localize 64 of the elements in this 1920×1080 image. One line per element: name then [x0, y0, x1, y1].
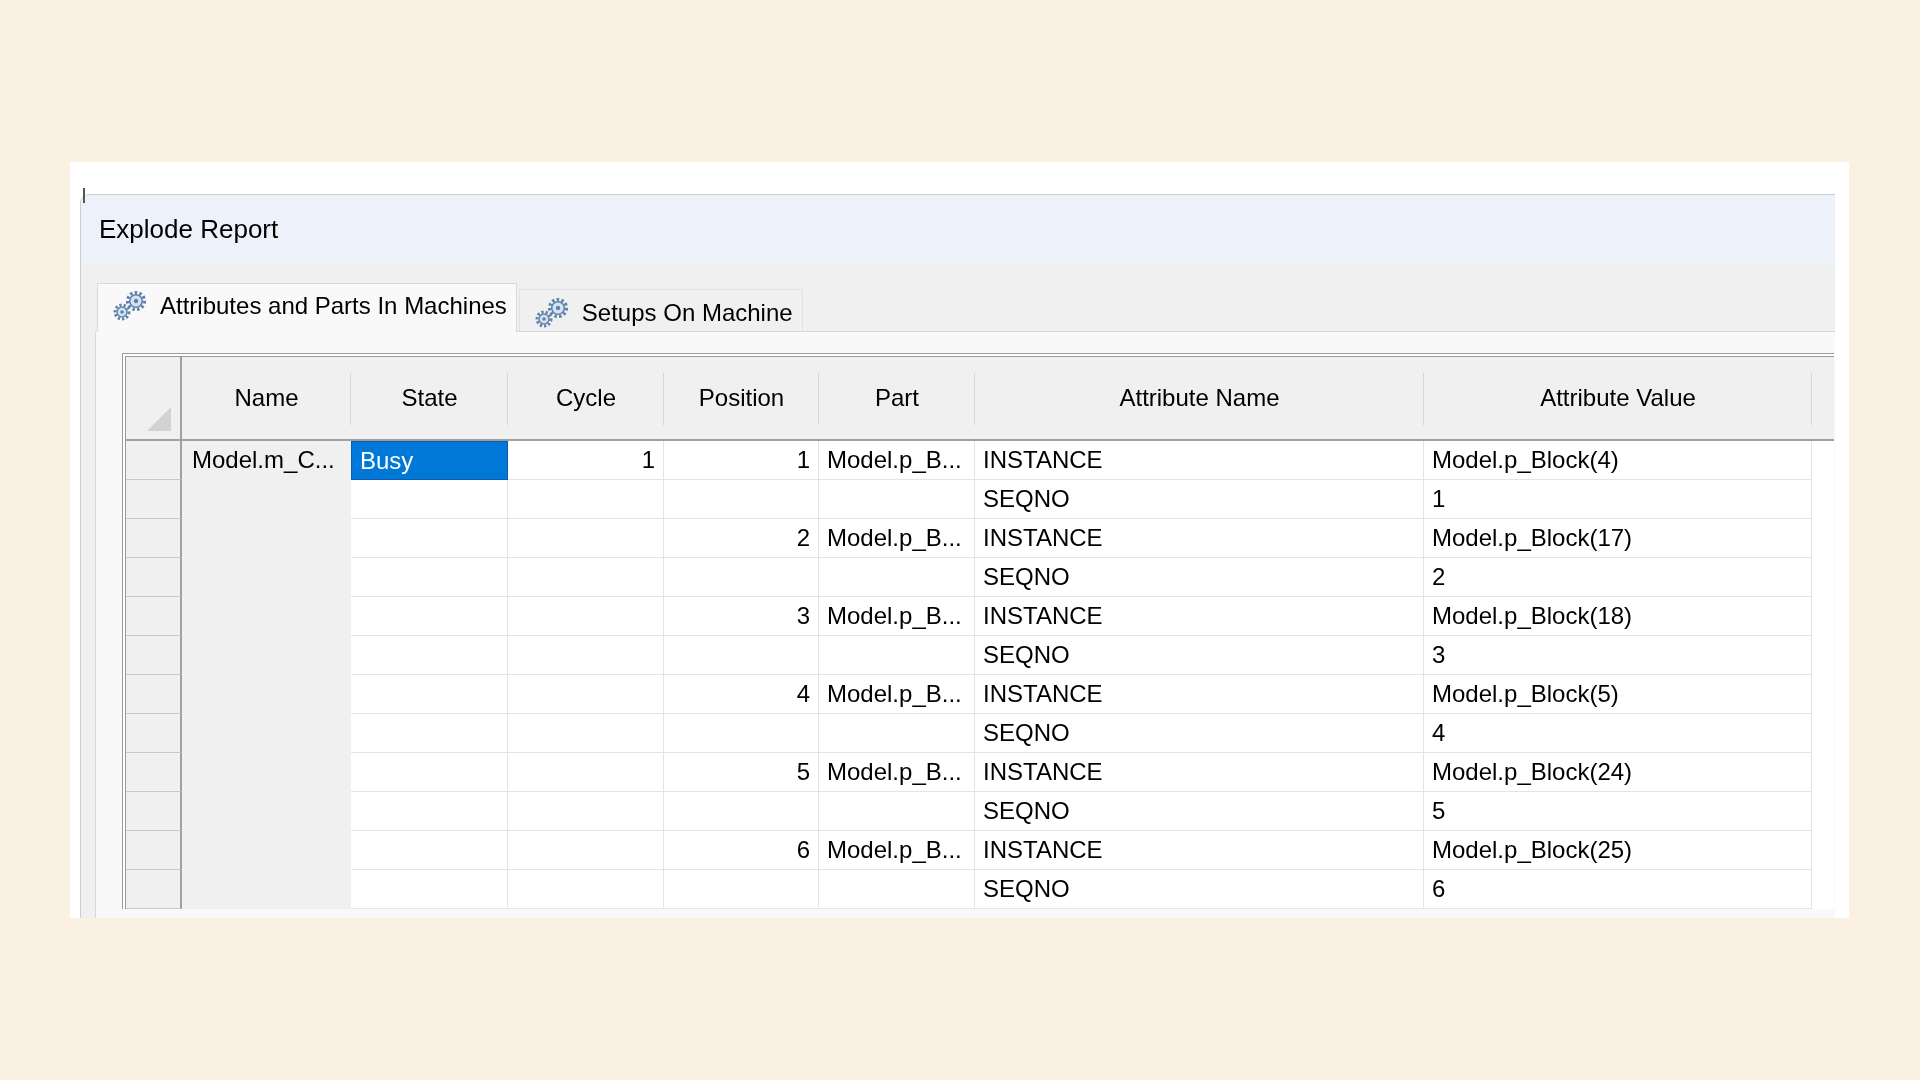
column-header[interactable]: Part: [819, 357, 975, 441]
table-cell[interactable]: Model.p_Block(18): [1424, 597, 1812, 636]
row-header[interactable]: [126, 870, 182, 909]
table-cell[interactable]: Model.p_B...: [819, 441, 975, 480]
table-cell[interactable]: Busy: [351, 441, 508, 480]
column-header[interactable]: Attribute Name: [975, 357, 1424, 441]
table-cell[interactable]: INSTANCE: [975, 519, 1424, 558]
table-cell[interactable]: INSTANCE: [975, 675, 1424, 714]
table-cell[interactable]: Model.p_Block(24): [1424, 753, 1812, 792]
table-cell[interactable]: 2: [1424, 558, 1812, 597]
corner-triangle-icon[interactable]: [147, 407, 171, 431]
table-cell[interactable]: INSTANCE: [975, 441, 1424, 480]
table-cell[interactable]: Model.p_Block(4): [1424, 441, 1812, 480]
column-header[interactable]: Cycle: [508, 357, 664, 441]
table-cell[interactable]: 1: [508, 441, 664, 480]
table-cell[interactable]: 3: [1424, 636, 1812, 675]
table-cell[interactable]: 5: [664, 753, 819, 792]
table-cell[interactable]: INSTANCE: [975, 753, 1424, 792]
table-cell[interactable]: INSTANCE: [975, 831, 1424, 870]
table-cell[interactable]: SEQNO: [975, 558, 1424, 597]
column-header[interactable]: Name: [182, 357, 351, 441]
table-cell[interactable]: SEQNO: [975, 870, 1424, 909]
row-header[interactable]: [126, 831, 182, 870]
table-cell[interactable]: 1: [1424, 480, 1812, 519]
row-header[interactable]: [126, 480, 182, 519]
row-header[interactable]: [126, 597, 182, 636]
row-header[interactable]: [126, 441, 182, 480]
column-header[interactable]: State: [351, 357, 508, 441]
window-title: Explode Report: [99, 214, 279, 245]
gears-icon: [533, 296, 570, 329]
row-header[interactable]: [126, 714, 182, 753]
row-header[interactable]: [126, 675, 182, 714]
table-cell[interactable]: 2: [664, 519, 819, 558]
table-cell[interactable]: Model.p_B...: [819, 597, 975, 636]
table-cell[interactable]: 4: [1424, 714, 1812, 753]
tab[interactable]: Setups On Machine: [518, 289, 803, 331]
table-cell[interactable]: 6: [1424, 870, 1812, 909]
table-cell[interactable]: Model.p_B...: [819, 519, 975, 558]
table-cell[interactable]: SEQNO: [975, 480, 1424, 519]
table-cell[interactable]: 6: [664, 831, 819, 870]
row-header[interactable]: [126, 558, 182, 597]
table-cell[interactable]: SEQNO: [975, 636, 1424, 675]
row-header[interactable]: [126, 636, 182, 675]
table-cell[interactable]: Model.p_B...: [819, 753, 975, 792]
gears-icon: [112, 290, 148, 322]
column-header[interactable]: Attribute Value: [1424, 357, 1812, 441]
row-header[interactable]: [126, 792, 182, 831]
row-header[interactable]: [126, 753, 182, 792]
table-cell[interactable]: Model.p_Block(25): [1424, 831, 1812, 870]
table-cell[interactable]: INSTANCE: [975, 597, 1424, 636]
table-cell[interactable]: 3: [664, 597, 819, 636]
machine-name[interactable]: Model.m_C...: [192, 441, 335, 478]
table-cell[interactable]: Model.p_Block(5): [1424, 675, 1812, 714]
table-cell[interactable]: SEQNO: [975, 714, 1424, 753]
table-cell[interactable]: Model.p_B...: [819, 831, 975, 870]
tab[interactable]: Attributes and Parts In Machines: [97, 283, 517, 332]
table-cell[interactable]: 5: [1424, 792, 1812, 831]
table-cell[interactable]: 1: [664, 441, 819, 480]
table-cell[interactable]: Model.p_B...: [819, 675, 975, 714]
table-cell[interactable]: SEQNO: [975, 792, 1424, 831]
column-header[interactable]: Position: [664, 357, 819, 441]
row-header[interactable]: [126, 519, 182, 558]
table-cell[interactable]: 4: [664, 675, 819, 714]
table-cell[interactable]: Model.p_Block(17): [1424, 519, 1812, 558]
